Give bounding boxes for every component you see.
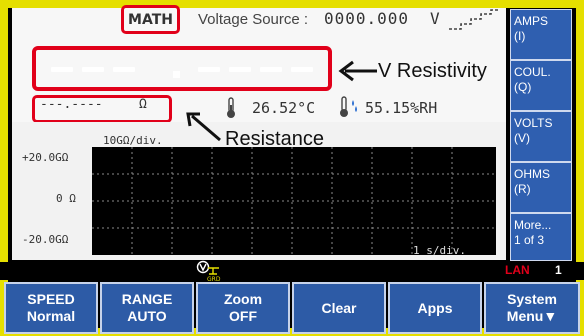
- softkey-range-label: RANGE: [121, 291, 173, 307]
- softkey-more-label: More...: [514, 218, 552, 232]
- softkey-amps-label: AMPS: [514, 14, 549, 28]
- reading-digit: [198, 67, 220, 72]
- softkey-volts-label: VOLTS: [514, 116, 553, 130]
- reading-digit: [113, 67, 135, 72]
- softkey-apps[interactable]: Apps: [388, 282, 482, 334]
- softkey-ohms-label: OHMS: [514, 167, 550, 181]
- math-badge[interactable]: MATH: [121, 5, 180, 34]
- graph-grid: [92, 147, 496, 255]
- main-reading-highlight: [32, 46, 332, 91]
- softkey-more[interactable]: More... 1 of 3: [510, 213, 572, 261]
- softkey-amps-sub: (I): [514, 29, 526, 43]
- softkey-speed-label: SPEED: [27, 291, 75, 307]
- voltage-source-value: 0000.000: [324, 9, 410, 28]
- graph-y-top: +20.0GΩ: [22, 151, 69, 164]
- annotation-resistance: Resistance: [225, 128, 324, 150]
- graph-time-label: 1 s/div.: [413, 244, 466, 257]
- softkey-coulombs-sub: (Q): [514, 80, 532, 94]
- softkey-speed-value: Normal: [26, 308, 76, 324]
- resistance-unit: Ω: [139, 97, 147, 112]
- softkey-amps[interactable]: AMPS (I): [510, 9, 572, 60]
- humidity-icon: [340, 96, 357, 117]
- softkey-clear-label: Clear: [321, 299, 357, 316]
- reading-decimal-point: [173, 71, 180, 78]
- softkey-ohms[interactable]: OHMS (R): [510, 162, 572, 213]
- softkey-speed[interactable]: SPEED Normal: [4, 282, 98, 334]
- softkey-more-sub: 1 of 3: [514, 233, 545, 247]
- softkey-zoom-value: OFF: [229, 308, 257, 324]
- humidity-value: 55.15%RH: [365, 99, 438, 117]
- softkey-range[interactable]: RANGE AUTO: [100, 282, 194, 334]
- lan-status: LAN: [505, 263, 530, 277]
- annotation-arrow-resistance: [186, 112, 221, 142]
- voltage-source-label: Voltage Source :: [198, 11, 309, 28]
- lan-count: 1: [555, 263, 562, 277]
- annotation-arrow-v-resistivity: [338, 60, 377, 82]
- voltage-source-unit: V: [430, 9, 440, 28]
- reading-digit: [51, 67, 73, 72]
- graph-y-mid: 0 Ω: [56, 192, 76, 205]
- resistance-value: ---.----: [40, 97, 103, 112]
- graph-scale-label: 10GΩ/div.: [103, 134, 163, 147]
- thermometer-icon: [227, 97, 235, 118]
- reading-digit: [291, 67, 313, 72]
- softkey-system-menu[interactable]: System Menu▼: [484, 282, 580, 334]
- softkey-coulombs-label: COUL.: [514, 65, 551, 79]
- reading-digit: [229, 67, 251, 72]
- softkey-zoom[interactable]: Zoom OFF: [196, 282, 290, 334]
- softkey-system-value: Menu▼: [506, 308, 558, 324]
- softkey-clear[interactable]: Clear: [292, 282, 386, 334]
- guard-ground-icon: GRD: [196, 260, 221, 282]
- softkey-system-label: System: [507, 291, 557, 307]
- graph-plot-area[interactable]: [92, 147, 496, 255]
- softkey-zoom-label: Zoom: [223, 291, 263, 307]
- staircase-icon: [449, 9, 499, 30]
- softkey-volts-sub: (V): [514, 131, 530, 145]
- softkey-volts[interactable]: VOLTS (V): [510, 111, 572, 162]
- graph-y-bottom: -20.0GΩ: [22, 233, 69, 246]
- reading-digit: [82, 67, 104, 72]
- reading-digit: [260, 67, 282, 72]
- status-bar: [0, 262, 584, 280]
- softkey-apps-label: Apps: [417, 299, 453, 316]
- softkey-coulombs[interactable]: COUL. (Q): [510, 60, 572, 111]
- annotation-v-resistivity: V Resistivity: [378, 60, 487, 82]
- softkey-range-value: AUTO: [127, 308, 167, 324]
- temperature-value: 26.52°C: [252, 99, 316, 117]
- softkey-ohms-sub: (R): [514, 182, 531, 196]
